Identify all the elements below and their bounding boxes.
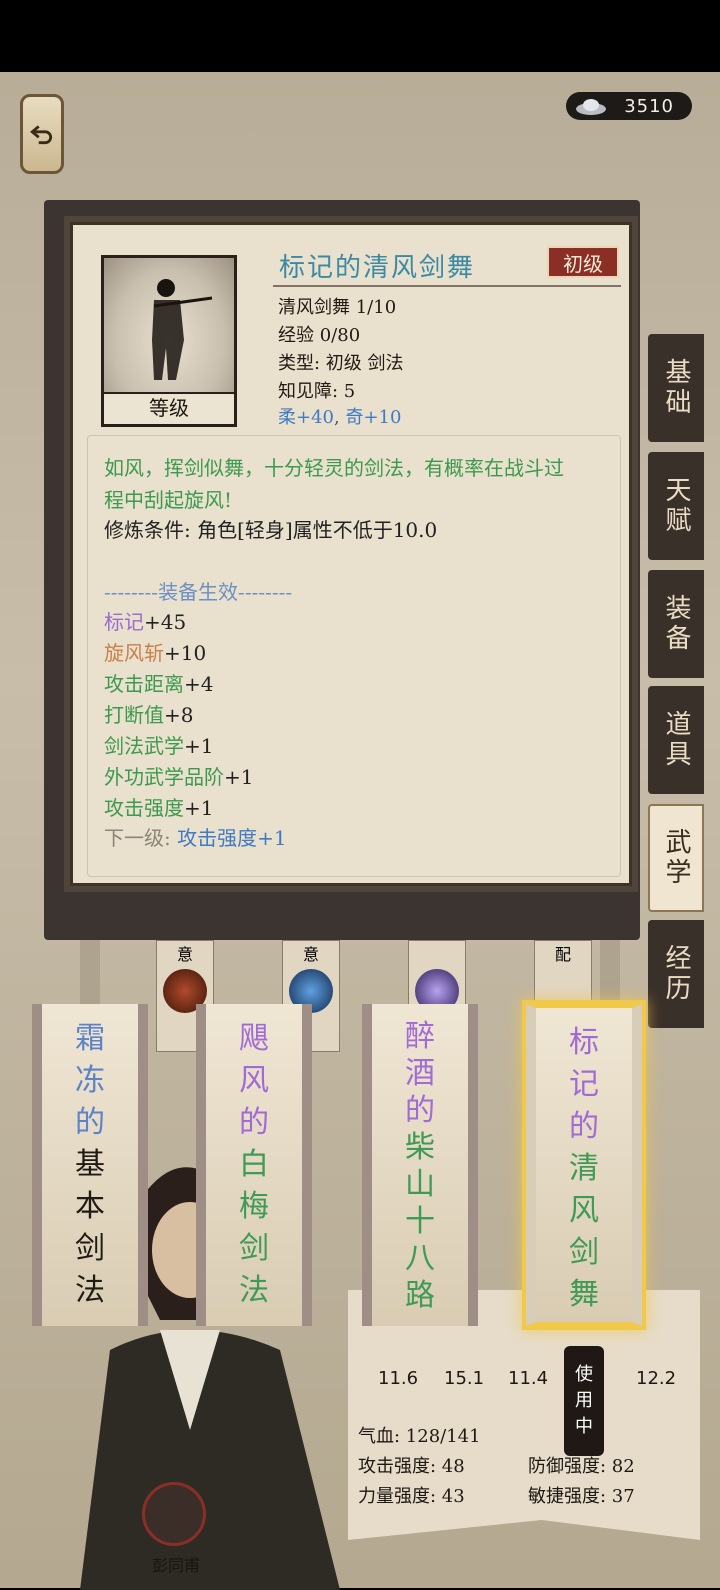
card-char: 风 [239,1063,269,1098]
effect-row: 打断值+8 [104,699,193,728]
back-button[interactable] [20,94,64,174]
effect-name: 打断值 [104,703,164,727]
currency-amount: 3510 [624,95,674,117]
card-char: 清 [569,1151,599,1186]
effect-name: 旋风斩 [104,641,164,665]
card-char: 记 [569,1067,599,1102]
stat-hp: 气血: 128/141 [358,1426,481,1447]
skill-type: 类型: 初级 剑法 [278,353,404,374]
skill-exp: 经验 0/80 [278,325,361,346]
skill-card[interactable]: 飓风的白梅剑法 [196,1004,312,1326]
description-text: 如风，挥剑似舞，十分轻灵的剑法，有概率在战斗过 [104,456,564,480]
effect-row: 标记+45 [104,606,186,635]
effect-row: 剑法武学+1 [104,730,213,759]
tab-martial-arts[interactable]: 武学 [648,804,704,912]
skill-detail-popup: 等级 标记的清风剑舞 初级 清风剑舞 1/10 经验 0/80 类型: 初级 剑… [70,222,632,886]
effect-value: +4 [184,672,214,696]
effect-row: 攻击强度+1 [104,792,213,821]
effect-value: +10 [164,641,207,665]
equip-effect-header: --------装备生效-------- [104,580,293,604]
rank-badge: 初级 [547,246,619,278]
card-char: 舞 [569,1277,599,1312]
divider [273,285,621,287]
effect-value: +1 [184,734,214,758]
skill-card[interactable]: 醉酒的柴山十八路 [362,1004,478,1326]
card-char: 法 [239,1273,269,1308]
level-label: 等级 [104,392,234,424]
skill-level: 清风剑舞 1/10 [278,297,397,318]
tab-basic[interactable]: 基础 [648,334,704,442]
effect-value: +1 [224,765,254,789]
card-char: 的 [239,1105,269,1140]
skill-card-selected[interactable]: 标记的清风剑舞 [522,1000,646,1330]
card-char: 法 [75,1273,105,1308]
requirement-text: 修炼条件: 角色[轻身]属性不低于10.0 [104,518,438,542]
stat-value: 15.1 [444,1368,485,1389]
skill-portrait: 等级 [101,255,237,427]
card-char: 剑 [239,1231,269,1266]
stat-strength: 力量强度: 43 [358,1486,465,1507]
card-char: 路 [405,1278,435,1313]
tab-equipment[interactable]: 装备 [648,570,704,678]
skill-bonus: 柔+40, 奇+10 [278,407,402,428]
tab-history[interactable]: 经历 [648,920,704,1028]
stat-value: 11.4 [508,1368,549,1389]
card-char: 山 [405,1167,435,1202]
effect-name: 剑法武学 [104,734,184,758]
silver-ingot-icon [576,99,606,115]
card-char: 剑 [569,1235,599,1270]
card-char: 的 [569,1109,599,1144]
card-char: 霜 [75,1021,105,1056]
card-char: 的 [75,1105,105,1140]
skill-description: 如风，挥剑似舞，十分轻灵的剑法，有概率在战斗过 程中刮起旋风! 修炼条件: 角色… [87,435,621,877]
effect-row: 攻击距离+4 [104,668,213,697]
character-avatar[interactable] [142,1482,206,1546]
effect-name: 攻击距离 [104,672,184,696]
card-char: 基 [75,1147,105,1182]
stat-value: 12.2 [636,1368,677,1389]
stat-agility: 敏捷强度: 37 [528,1486,635,1507]
effect-value: +45 [144,610,187,634]
effect-name: 攻击强度 [104,796,184,820]
card-char: 剑 [75,1231,105,1266]
in-use-badge: 使 用 中 [564,1346,604,1456]
skill-card[interactable]: 霜冻的基本剑法 [32,1004,148,1326]
skill-title: 标记的清风剑舞 [279,253,476,283]
description-text: 程中刮起旋风! [104,488,233,512]
currency-display: 3510 [566,92,692,120]
card-char: 白 [239,1147,269,1182]
effect-row: 外功武学品阶+1 [104,761,253,790]
card-char: 的 [405,1093,435,1128]
effect-value: +1 [184,796,214,820]
effect-name: 标记 [104,610,144,634]
character-name: 彭同甫 [151,1556,200,1575]
tab-talent[interactable]: 天赋 [648,452,704,560]
tab-items[interactable]: 道具 [648,686,704,794]
stat-value: 11.6 [378,1368,419,1389]
card-char: 八 [405,1241,435,1276]
back-arrow-icon [30,125,52,145]
card-char: 酒 [405,1056,435,1091]
card-char: 本 [75,1189,105,1224]
status-bar [0,0,720,72]
stat-attack: 攻击强度: 48 [358,1456,465,1477]
next-level-row: 下一级: 攻击强度+1 [104,826,287,850]
card-char: 标 [569,1025,599,1060]
swordsman-silhouette-icon [152,279,213,380]
effect-name: 外功武学品阶 [104,765,224,789]
card-char: 柴 [405,1130,435,1165]
skill-barrier: 知见障: 5 [278,381,356,402]
card-char: 梅 [239,1189,269,1224]
card-char: 风 [569,1193,599,1228]
effect-value: +8 [164,703,194,727]
effect-row: 旋风斩+10 [104,637,206,666]
card-char: 冻 [75,1063,105,1098]
card-char: 十 [405,1204,435,1239]
card-char: 飓 [239,1021,269,1056]
card-char: 醉 [405,1019,435,1054]
